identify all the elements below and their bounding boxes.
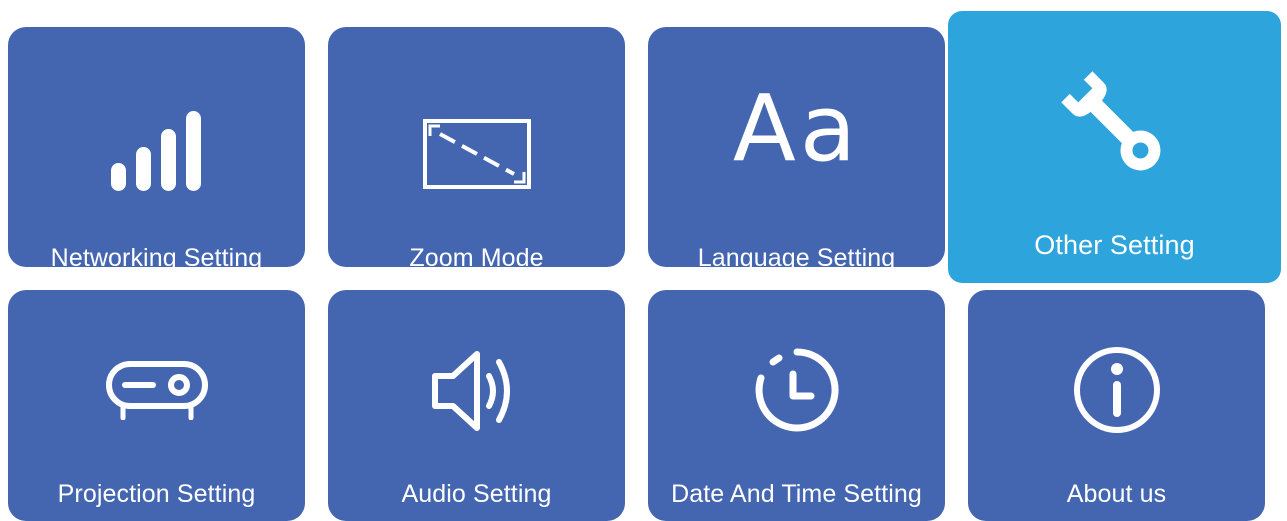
projection-setting-label: Projection Setting	[57, 480, 256, 508]
about-us-tile[interactable]: About us	[968, 290, 1265, 521]
zoom-frame-icon	[328, 118, 625, 190]
date-and-time-setting-label: Date And Time Setting	[671, 480, 922, 508]
projector-icon	[8, 356, 305, 420]
info-icon	[968, 343, 1265, 437]
speaker-icon	[328, 346, 625, 436]
other-setting-tile[interactable]: Other Setting	[948, 11, 1281, 283]
clock-icon	[648, 342, 945, 438]
date-and-time-setting-tile[interactable]: Date And Time Setting	[648, 290, 945, 521]
projection-setting-tile[interactable]: Projection Setting	[8, 290, 305, 521]
language-setting-tile[interactable]: Aa Language Setting	[648, 27, 945, 271]
zoom-mode-tile[interactable]: Zoom Mode	[328, 27, 625, 271]
language-setting-label: Language Setting	[697, 244, 896, 272]
networking-setting-tile[interactable]: Networking Setting	[8, 27, 305, 271]
wrench-icon	[948, 65, 1281, 185]
zoom-mode-label: Zoom Mode	[409, 244, 544, 272]
settings-menu: Networking Setting Zoom Mode Aa Language…	[0, 0, 1287, 521]
about-us-label: About us	[1066, 480, 1167, 508]
networking-setting-label: Networking Setting	[50, 244, 263, 272]
signal-bars-icon	[8, 111, 305, 191]
audio-setting-label: Audio Setting	[401, 480, 552, 508]
audio-setting-tile[interactable]: Audio Setting	[328, 290, 625, 521]
font-aa-icon: Aa	[732, 75, 861, 182]
other-setting-label: Other Setting	[1034, 230, 1195, 260]
